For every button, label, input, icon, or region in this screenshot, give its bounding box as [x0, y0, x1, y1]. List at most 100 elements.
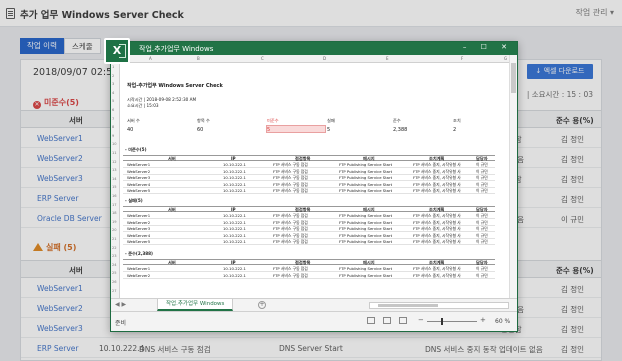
sheet-cell[interactable]: 10.10.222.1 — [223, 169, 246, 174]
sheet-cell[interactable]: WebServer2 — [127, 220, 150, 225]
sheet-cell[interactable]: FTP 서비스 구동 점검 — [273, 213, 308, 219]
sheet-cell[interactable]: 이 규민 — [476, 188, 488, 194]
vertical-scrollbar[interactable] — [509, 55, 517, 298]
row-number[interactable]: 5 — [112, 99, 114, 103]
row-number[interactable]: 1 — [112, 65, 114, 69]
sheet-cell[interactable]: FTP Publishing Service Start — [339, 233, 392, 238]
row-number[interactable]: 16 — [112, 194, 117, 198]
sheet-cell[interactable]: FTP 서비스 중지, 시작유형 사 — [413, 273, 461, 279]
row-number[interactable]: 13 — [112, 168, 117, 172]
sheet-cell[interactable]: FTP 서비스 중지, 시작유형 사 — [413, 233, 461, 239]
sheet-cell[interactable]: FTP 서비스 구동 점검 — [273, 233, 308, 239]
sheet-cell[interactable]: FTP 서비스 중지, 시작유형 사 — [413, 175, 461, 181]
sheet-row[interactable]: WebServer2 10.10.222.1 FTP 서비스 구동 점검 FTP Pu… — [123, 169, 495, 175]
sheet-cell[interactable]: FTP Publishing Service Start — [339, 226, 392, 231]
row-number[interactable]: 8 — [112, 125, 114, 129]
sheet-cell[interactable]: 10.10.222.1 — [223, 233, 246, 238]
row-number[interactable]: 24 — [112, 263, 117, 267]
sheet-cell[interactable]: 10.10.222.1 — [223, 188, 246, 193]
sheet-cell[interactable]: WebServer4 — [127, 182, 150, 187]
row-number[interactable]: 6 — [112, 108, 114, 112]
sheet-cell[interactable]: WebServer3 — [127, 226, 150, 231]
row-number[interactable]: 25 — [112, 271, 117, 275]
sheet-cell[interactable]: 10.10.222.1 — [223, 239, 246, 244]
sheet-cell[interactable]: WebServer1 — [127, 162, 150, 167]
sheet-row[interactable]: WebServer2 10.10.222.1 FTP 서비스 구동 점검 FTP Pu… — [123, 220, 495, 226]
sheet-row[interactable]: WebServer3 10.10.222.1 FTP 서비스 구동 점검 FTP Pu… — [123, 175, 495, 182]
sheet-tab[interactable]: 작업.추가업무 Windows — [157, 299, 234, 311]
sheet-cell[interactable]: 10.10.222.1 — [223, 182, 246, 187]
sheet-cell[interactable]: 이 규민 — [476, 266, 488, 272]
zoom-slider-thumb[interactable] — [441, 318, 443, 325]
add-sheet-button[interactable]: + — [258, 301, 266, 309]
sheet-cell[interactable]: FTP 서비스 구동 점검 — [273, 162, 308, 168]
sheet-cell[interactable]: WebServer2 — [127, 273, 150, 278]
sheet-cell[interactable]: 10.10.222.1 — [223, 175, 246, 180]
sheet-cell[interactable]: FTP Publishing Service Start — [339, 273, 392, 278]
scroll-thumb[interactable] — [378, 304, 438, 307]
sheet-row[interactable]: WebServer2 10.10.222.1 FTP 서비스 구동 점검 FTP Pu… — [123, 273, 495, 279]
sheet-nav-arrows[interactable]: ◀ ▶ — [115, 301, 126, 308]
row-number[interactable]: 10 — [112, 142, 117, 146]
normal-view-icon[interactable] — [367, 317, 375, 324]
sheet-cell[interactable]: 10.10.222.1 — [223, 213, 246, 218]
row-number[interactable]: 2 — [112, 74, 114, 78]
sheet-cell[interactable]: 이 규민 — [476, 226, 488, 232]
sheet-cell[interactable]: WebServer5 — [127, 239, 150, 244]
page-break-icon[interactable] — [399, 317, 407, 324]
sheet-cell[interactable]: 10.10.222.1 — [223, 266, 246, 271]
sheet-cell[interactable]: 이 규민 — [476, 239, 488, 245]
sheet-cell[interactable]: FTP 서비스 중지, 시작유형 사 — [413, 162, 461, 168]
zoom-in-button[interactable]: + — [480, 316, 486, 324]
sheet-cell[interactable]: FTP 서비스 중지, 시작유형 사 — [413, 239, 461, 245]
sheet-cell[interactable]: FTP 서비스 구동 점검 — [273, 266, 308, 272]
scroll-thumb[interactable] — [511, 63, 516, 93]
row-number[interactable]: 22 — [112, 246, 117, 250]
sheet-cell[interactable]: 이 규민 — [476, 213, 488, 219]
row-number[interactable]: 17 — [112, 203, 117, 207]
sheet-cell[interactable]: FTP 서비스 구동 점검 — [273, 273, 308, 279]
zoom-out-button[interactable]: − — [418, 316, 424, 324]
sheet-cell[interactable]: FTP 서비스 중지, 시작유형 사 — [413, 169, 461, 175]
excel-titlebar[interactable]: 작업.추가업무 Windows – ☐ ✕ — [111, 42, 517, 55]
row-number[interactable]: 4 — [112, 91, 114, 95]
sheet-cell[interactable]: 이 규민 — [476, 162, 488, 168]
sheet-cell[interactable]: WebServer2 — [127, 169, 150, 174]
row-number[interactable]: 19 — [112, 220, 117, 224]
zoom-slider[interactable] — [427, 321, 477, 322]
sheet-cell[interactable]: FTP Publishing Service Start — [339, 162, 392, 167]
sheet-cell[interactable]: FTP Publishing Service Start — [339, 175, 392, 180]
sheet-cell[interactable]: FTP 서비스 구동 점검 — [273, 175, 308, 181]
zoom-level[interactable]: 60 % — [495, 318, 510, 325]
window-controls[interactable]: – ☐ ✕ — [463, 43, 513, 51]
sheet-cell[interactable]: 이 규민 — [476, 169, 488, 175]
sheet-cell[interactable]: FTP 서비스 구동 점검 — [273, 182, 308, 188]
sheet-cell[interactable]: FTP 서비스 중지, 시작유형 사 — [413, 226, 461, 232]
sheet-cell[interactable]: FTP Publishing Service Start — [339, 169, 392, 174]
sheet-cell[interactable]: 10.10.222.1 — [223, 226, 246, 231]
row-number[interactable]: 21 — [112, 237, 117, 241]
row-number[interactable]: 12 — [112, 160, 117, 164]
sheet-cell[interactable]: WebServer1 — [127, 213, 150, 218]
sheet-row[interactable]: WebServer5 10.10.222.1 FTP 서비스 구동 점검 FTP Pu… — [123, 188, 495, 195]
row-number[interactable]: 27 — [112, 289, 117, 293]
sheet-cell[interactable]: FTP Publishing Service Start — [339, 188, 392, 193]
worksheet[interactable]: 작업-추가업무 Windows Server Check 시작시간 | 2018… — [121, 63, 511, 298]
sheet-cell[interactable]: WebServer3 — [127, 175, 150, 180]
sheet-cell[interactable]: FTP 서비스 구동 점검 — [273, 188, 308, 194]
sheet-cell[interactable]: FTP Publishing Service Start — [339, 182, 392, 187]
sheet-row[interactable]: WebServer4 10.10.222.1 FTP 서비스 구동 점검 FTP Pu… — [123, 182, 495, 188]
sheet-cell[interactable]: 이 규민 — [476, 233, 488, 239]
sheet-cell[interactable]: WebServer4 — [127, 233, 150, 238]
sheet-cell[interactable]: 10.10.222.1 — [223, 273, 246, 278]
row-number[interactable]: 9 — [112, 134, 114, 138]
sheet-cell[interactable]: 이 규민 — [476, 273, 488, 279]
row-number[interactable]: 7 — [112, 117, 114, 121]
row-number[interactable]: 11 — [112, 151, 117, 155]
row-number[interactable]: 18 — [112, 211, 117, 215]
excel-window[interactable]: X 작업.추가업무 Windows – ☐ ✕ A B C D E F G 12… — [104, 38, 518, 332]
row-number[interactable]: 3 — [112, 82, 114, 86]
sheet-cell[interactable]: FTP Publishing Service Start — [339, 220, 392, 225]
sheet-cell[interactable]: FTP 서비스 구동 점검 — [273, 220, 308, 226]
sheet-cell[interactable]: 이 규민 — [476, 182, 488, 188]
